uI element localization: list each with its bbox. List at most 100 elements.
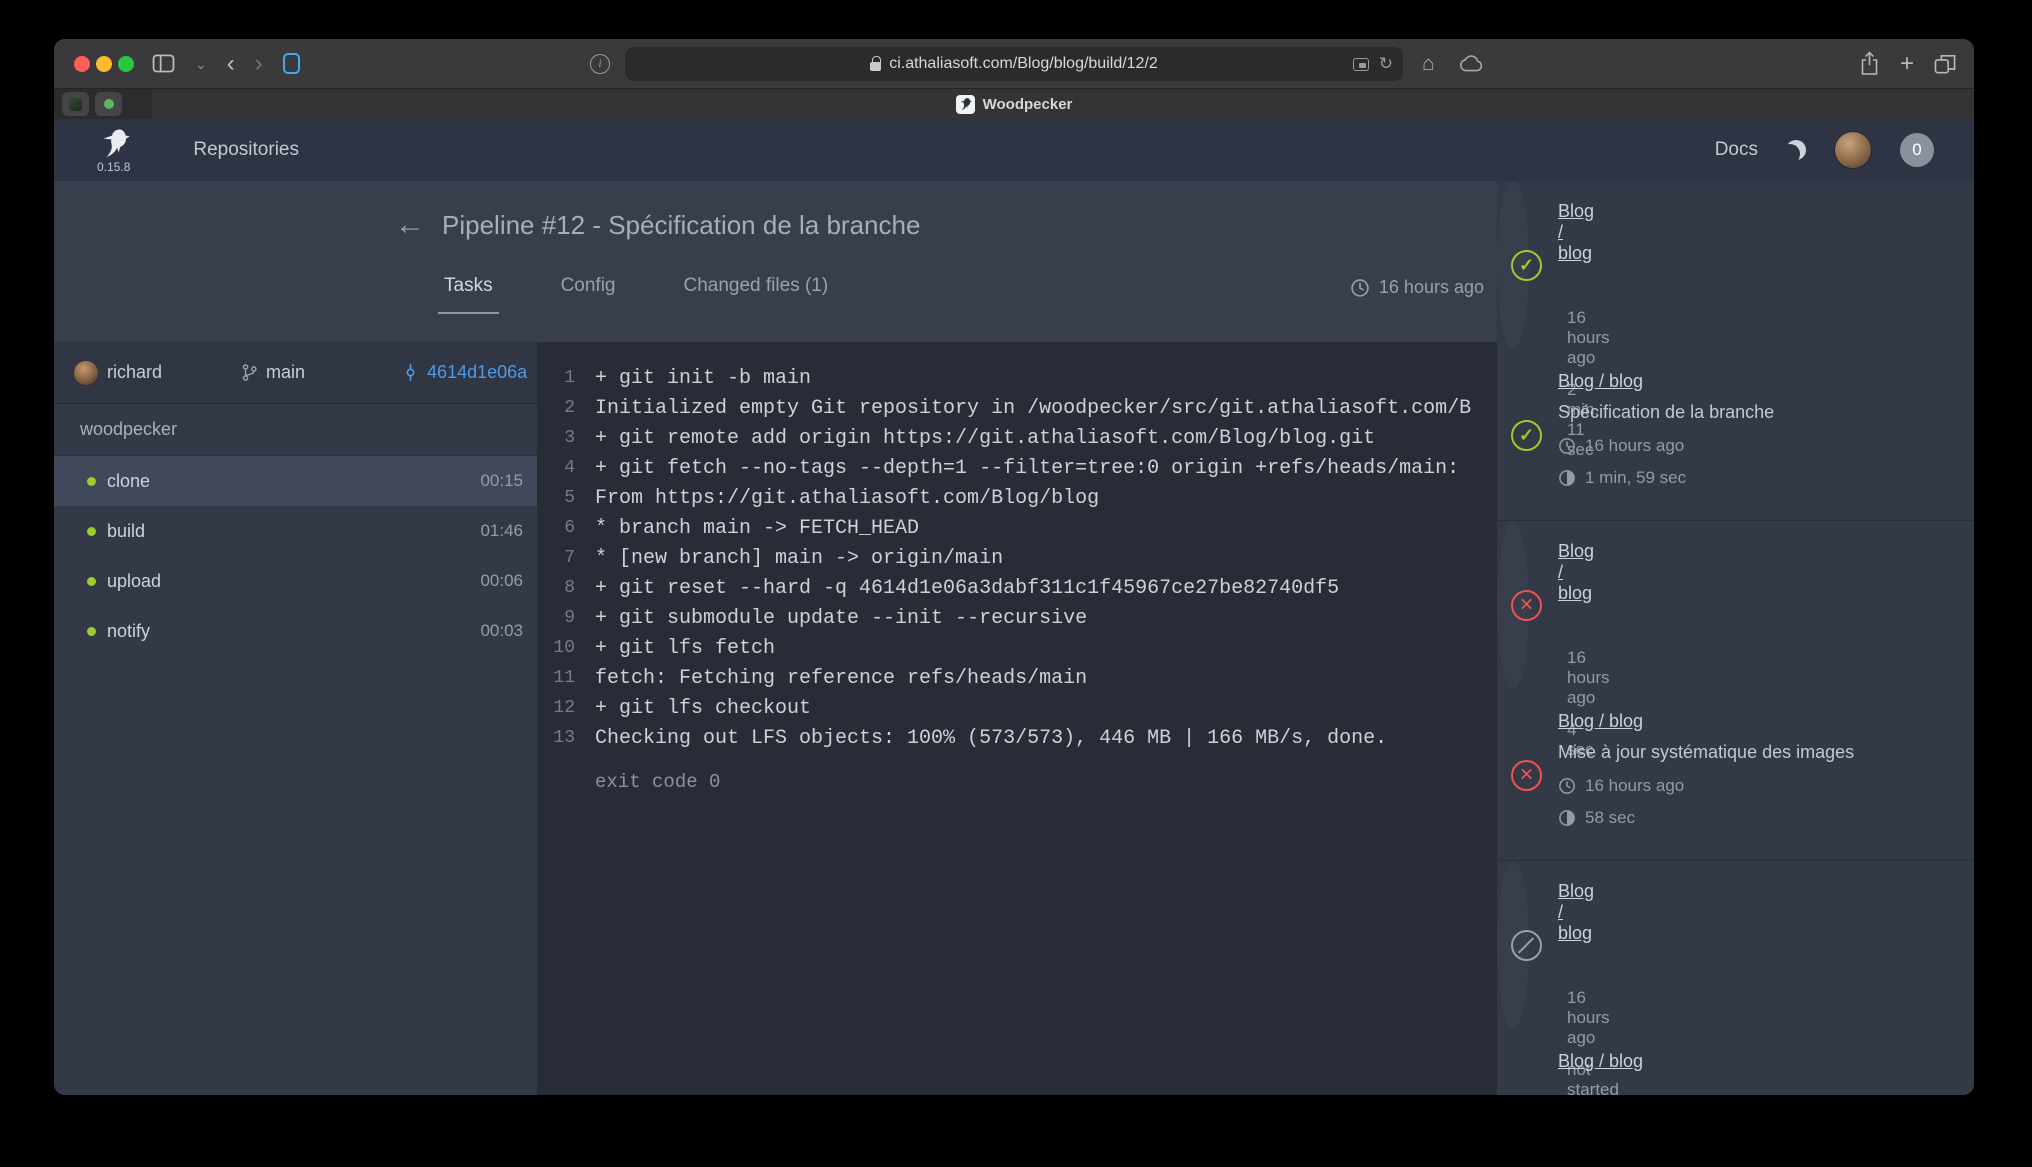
back-arrow-icon[interactable]: ← — [395, 210, 425, 240]
step-row[interactable]: build 01:46 — [54, 506, 537, 556]
pipeline-main: ← Pipeline #12 - Spécification de la bra… — [54, 181, 1497, 1095]
step-duration: 00:03 — [480, 621, 523, 641]
pipeline-run-card[interactable]: Blog / blog — [1497, 1031, 1974, 1095]
step-row[interactable]: upload 00:06 — [54, 556, 537, 606]
cloud-icon[interactable] — [1459, 55, 1484, 72]
run-duration-text: 58 sec — [1585, 808, 1635, 828]
clock-icon — [1558, 777, 1576, 795]
commit-icon — [401, 363, 420, 382]
run-duration: 1 min, 59 sec — [1558, 468, 1956, 488]
log-line-number: 3 — [537, 428, 575, 448]
lock-icon — [870, 62, 881, 71]
run-status-icon — [1511, 250, 1542, 281]
step-name: upload — [107, 571, 161, 592]
run-info: Blog / blog — [1558, 1031, 1956, 1095]
reload-icon[interactable]: ↻ — [1379, 54, 1393, 74]
log-line: 12 + git lfs checkout — [537, 693, 1497, 723]
pipeline-tabs-row: Tasks Config Changed files (1) 16 hours … — [54, 269, 1497, 342]
run-status-icon — [1511, 930, 1542, 961]
log-line-number: 8 — [537, 578, 575, 598]
pipeline-created: 16 hours ago — [1350, 269, 1484, 298]
log-line: 5 From https://git.athaliasoft.com/Blog/… — [537, 483, 1497, 513]
tab-bar: Woodpecker — [54, 88, 1974, 119]
share-icon[interactable] — [1859, 51, 1880, 76]
run-status-icon — [1511, 420, 1542, 451]
chevron-down-icon[interactable]: ⌄ — [195, 57, 207, 71]
clock-icon — [1350, 278, 1370, 298]
pipeline-run-card[interactable]: Blog / blog Mise à jour systématique des… — [1497, 521, 1529, 691]
run-repo-link[interactable]: Blog / blog — [1558, 371, 1643, 392]
pipeline-run-card[interactable]: Blog / blog Spécification de la branche … — [1497, 181, 1529, 351]
sidebar-toggle-icon[interactable] — [152, 54, 175, 73]
log-line-number: 6 — [537, 518, 575, 538]
run-repo-link[interactable]: Blog / blog — [1558, 881, 1594, 944]
run-message: Mise à jour systématique des images — [1558, 742, 1956, 764]
step-row[interactable]: clone 00:15 — [54, 456, 537, 506]
nav-docs[interactable]: Docs — [1715, 139, 1758, 161]
log-line: 2 Initialized empty Git repository in /w… — [537, 393, 1497, 423]
branch-icon — [240, 363, 259, 382]
step-status-dot — [87, 527, 96, 536]
minimize-window-button[interactable] — [96, 56, 112, 72]
log-line: 13 Checking out LFS objects: 100% (573/5… — [537, 723, 1497, 753]
pipeline-run-card[interactable]: Blog / blog Mise à jour systématique des… — [1497, 691, 1974, 861]
log-line-text: + git lfs fetch — [575, 637, 775, 660]
app-version: 0.15.8 — [97, 160, 130, 174]
address-bar[interactable]: ci.athaliasoft.com/Blog/blog/build/12/2 … — [625, 47, 1403, 81]
run-repo-link[interactable]: Blog / blog — [1558, 541, 1594, 604]
traffic-lights — [74, 56, 134, 72]
user-avatar[interactable] — [1834, 131, 1872, 169]
step-duration: 01:46 — [480, 521, 523, 541]
step-status-dot — [87, 477, 96, 486]
pipeline-run-card[interactable]: Blog / blog Spécification de la branche … — [1497, 351, 1974, 521]
new-tab-icon[interactable]: + — [1900, 50, 1914, 78]
woodpecker-logo[interactable]: 0.15.8 — [97, 127, 130, 174]
run-repo-link[interactable]: Blog / blog — [1558, 1051, 1643, 1072]
run-status-icon — [1511, 760, 1542, 791]
home-icon[interactable]: ⌂ — [1422, 52, 1435, 76]
pipeline-tab[interactable]: Tasks — [438, 269, 499, 314]
dark-mode-toggle-icon[interactable] — [1786, 140, 1806, 160]
author-name: richard — [107, 362, 162, 383]
log-line-text: + git reset --hard -q 4614d1e06a3dabf311… — [575, 577, 1339, 600]
log-line: 1 + git init -b main — [537, 363, 1497, 393]
notification-badge[interactable]: 0 — [1900, 133, 1934, 167]
log-line: 4 + git fetch --no-tags --depth=1 --filt… — [537, 453, 1497, 483]
page-icon[interactable] — [283, 53, 300, 74]
browser-toolbar: ⌄ ‹ › i ci.athaliasoft.com/Blog/blog/bui… — [54, 39, 1974, 88]
tab-overview-icon[interactable] — [1934, 54, 1956, 74]
step-name: clone — [107, 471, 150, 492]
step-duration: 00:15 — [480, 471, 523, 491]
step-list: clone 00:15 build 01:46 — [54, 456, 537, 656]
log-line-number: 9 — [537, 608, 575, 628]
log-line-number: 12 — [537, 698, 575, 718]
app-header: 0.15.8 Repositories Docs 0 — [54, 119, 1974, 181]
run-repo-link[interactable]: Blog / blog — [1558, 201, 1594, 264]
back-icon[interactable]: ‹ — [227, 52, 235, 76]
browser-extra-group: ⌂ — [1422, 39, 1484, 88]
log-line-text: Checking out LFS objects: 100% (573/573)… — [575, 727, 1387, 750]
log-lines: 1 + git init -b main 2 Initialized empty… — [537, 363, 1497, 753]
run-info: Blog / blog Mise à jour systématique des… — [1558, 691, 1956, 860]
tab-title: Woodpecker — [983, 96, 1073, 113]
pipeline-tab[interactable]: Changed files (1) — [678, 269, 835, 314]
log-line-number: 13 — [537, 728, 575, 748]
forward-icon[interactable]: › — [255, 52, 263, 76]
step-row[interactable]: notify 00:03 — [54, 606, 537, 656]
pipeline-content: richard main 4614d1e06a woodpecker — [54, 342, 1497, 1095]
zoom-window-button[interactable] — [118, 56, 134, 72]
run-repo-link[interactable]: Blog / blog — [1558, 711, 1643, 732]
commit-hash-link[interactable]: 4614d1e06a — [427, 362, 527, 383]
step-status-dot — [87, 577, 96, 586]
log-panel: 1 + git init -b main 2 Initialized empty… — [537, 342, 1497, 1095]
nav-repositories[interactable]: Repositories — [193, 139, 299, 161]
duration-icon — [1558, 809, 1576, 827]
run-time: 16 hours ago — [1558, 436, 1956, 456]
info-icon[interactable]: i — [590, 54, 610, 74]
browser-window: ⌄ ‹ › i ci.athaliasoft.com/Blog/blog/bui… — [54, 39, 1974, 1095]
tab-woodpecker[interactable]: Woodpecker — [54, 89, 1974, 119]
close-window-button[interactable] — [74, 56, 90, 72]
pipeline-run-card[interactable]: Blog / blog Remplacement de drone par wo… — [1497, 861, 1529, 1031]
reader-icon[interactable] — [1353, 58, 1369, 71]
pipeline-tab[interactable]: Config — [555, 269, 622, 314]
